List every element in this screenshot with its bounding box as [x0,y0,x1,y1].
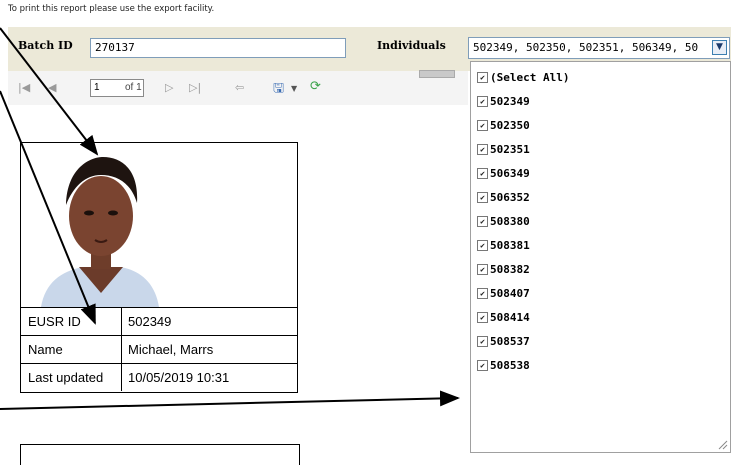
export-icon[interactable]: 🖫 [273,79,284,101]
list-item[interactable]: ✔ 508538 [477,359,530,372]
portrait-photo [21,143,297,307]
list-item[interactable]: ✔ 506349 [477,167,530,180]
next-card [20,444,300,465]
individuals-select[interactable]: 502349, 502350, 502351, 506349, 50 ▼ [468,37,730,59]
list-item[interactable]: ✔ 502351 [477,143,530,156]
resize-grip-icon[interactable] [716,438,728,450]
checkbox-checked-icon[interactable]: ✔ [477,360,488,371]
batch-id-input[interactable]: 270137 [90,38,346,58]
checkbox-checked-icon[interactable]: ✔ [477,192,488,203]
checkbox-checked-icon[interactable]: ✔ [477,144,488,155]
chevron-down-icon[interactable]: ▼ [712,40,727,55]
list-item[interactable]: ✔ 502349 [477,95,530,108]
last-updated-value: 10/05/2019 10:31 [128,370,230,385]
refresh-icon[interactable]: ⟳ [310,79,321,94]
list-item-select-all[interactable]: ✔ (Select All) [477,71,569,84]
list-item[interactable]: ✔ 508414 [477,311,530,324]
checkbox-checked-icon[interactable]: ✔ [477,168,488,179]
individuals-label: Individuals [377,39,446,52]
first-page-icon[interactable]: |◀ [18,81,30,94]
list-item[interactable]: ✔ 508380 [477,215,530,228]
checkbox-checked-icon[interactable]: ✔ [477,240,488,251]
checkbox-checked-icon[interactable]: ✔ [477,216,488,227]
previous-page-icon[interactable]: ◀ [48,81,56,94]
export-notice: To print this report please use the expo… [8,4,215,14]
list-item[interactable]: ✔ 508381 [477,239,530,252]
list-item[interactable]: ✔ 502350 [477,119,530,132]
list-item[interactable]: ✔ 508407 [477,287,530,300]
checkbox-checked-icon[interactable]: ✔ [477,120,488,131]
name-value: Michael, Marrs [128,342,214,357]
checkbox-checked-icon[interactable]: ✔ [477,264,488,275]
next-page-icon[interactable]: ▷ [165,81,173,94]
table-row: Last updated 10/05/2019 10:31 [21,363,297,391]
checkbox-checked-icon[interactable]: ✔ [477,336,488,347]
report-toolbar: |◀ ◀ 1 of 1 ▷ ▷| ⇦ 🖫 ▼ ⟳ [8,71,468,105]
table-row: EUSR ID 502349 [21,307,297,335]
batch-id-label: Batch ID [18,39,73,52]
arrow-to-list [0,390,460,410]
checkbox-checked-icon[interactable]: ✔ [477,288,488,299]
last-page-icon[interactable]: ▷| [189,81,201,94]
individuals-value: 502349, 502350, 502351, 506349, 50 [473,41,699,54]
list-item[interactable]: ✔ 508537 [477,335,530,348]
export-dropdown-icon[interactable]: ▼ [291,84,297,93]
individuals-dropdown-list: ✔ (Select All) ✔ 502349 ✔ 502350 ✔ 502351 ✔ 5… [470,61,731,453]
checkbox-checked-icon[interactable]: ✔ [477,312,488,323]
checkbox-checked-icon[interactable]: ✔ [477,96,488,107]
table-row: Name Michael, Marrs [21,335,297,363]
back-icon[interactable]: ⇦ [235,81,244,94]
collapse-parameters-tab[interactable] [419,70,455,78]
last-updated-key: Last updated [21,364,122,391]
eusr-id-key: EUSR ID [21,308,122,335]
id-card: EUSR ID 502349 Name Michael, Marrs Last … [20,142,298,393]
checkbox-checked-icon[interactable]: ✔ [477,72,488,83]
page-count-label: of 1 [125,82,142,93]
list-item[interactable]: ✔ 506352 [477,191,530,204]
eusr-id-value: 502349 [128,314,172,329]
name-key: Name [21,336,122,363]
list-item[interactable]: ✔ 508382 [477,263,530,276]
